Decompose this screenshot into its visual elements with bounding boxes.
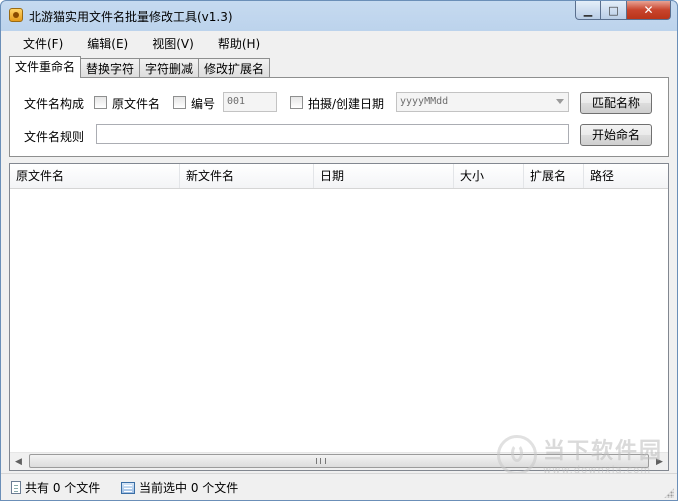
- maximize-icon: □: [608, 3, 619, 17]
- number-input[interactable]: 001: [223, 92, 277, 112]
- scroll-left-icon[interactable]: ◀: [10, 453, 27, 470]
- close-icon: ✕: [643, 3, 654, 17]
- status-total: 共有 0 个文件: [11, 479, 100, 496]
- tab-strip: 文件重命名 替换字符 字符删减 修改扩展名: [9, 56, 271, 78]
- status-selected: 当前选中 0 个文件: [121, 479, 238, 496]
- document-icon: [11, 481, 21, 494]
- compose-label: 文件名构成: [24, 97, 85, 111]
- start-rename-button[interactable]: 开始命名: [580, 124, 652, 146]
- column-new-name[interactable]: 新文件名: [180, 164, 314, 188]
- date-label[interactable]: 拍摄/创建日期: [308, 95, 384, 112]
- orig-name-checkbox[interactable]: [94, 96, 107, 109]
- title-bar[interactable]: 北游猫实用文件名批量修改工具(v1.3) ▁ □ ✕: [1, 1, 677, 31]
- status-selected-text: 当前选中 0 个文件: [139, 481, 239, 495]
- date-checkbox[interactable]: [290, 96, 303, 109]
- status-total-text: 共有 0 个文件: [25, 481, 101, 495]
- column-date[interactable]: 日期: [314, 164, 454, 188]
- tab-delete-chars[interactable]: 字符删减: [139, 58, 199, 78]
- list-header: 原文件名 新文件名 日期 大小 扩展名 路径: [10, 164, 668, 189]
- scroll-thumb[interactable]: [29, 454, 649, 468]
- horizontal-scrollbar[interactable]: ◀ ▶: [10, 452, 668, 470]
- orig-name-label[interactable]: 原文件名: [112, 95, 160, 112]
- date-format-value: yyyyMMdd: [400, 96, 449, 107]
- column-original-name[interactable]: 原文件名: [10, 164, 180, 188]
- grip-icon: [316, 458, 326, 464]
- minimize-button[interactable]: ▁: [575, 1, 601, 20]
- date-format-dropdown[interactable]: yyyyMMdd: [396, 92, 569, 112]
- match-name-button[interactable]: 匹配名称: [580, 92, 652, 114]
- rule-label: 文件名规则: [24, 130, 85, 144]
- resize-grip-icon[interactable]: [664, 488, 674, 498]
- rule-input[interactable]: [96, 124, 569, 144]
- scroll-right-icon[interactable]: ▶: [651, 453, 668, 470]
- app-icon[interactable]: [9, 8, 23, 22]
- chevron-down-icon: [556, 99, 564, 104]
- menu-edit[interactable]: 编辑(E): [73, 35, 138, 52]
- column-path[interactable]: 路径: [584, 164, 668, 188]
- tab-file-rename[interactable]: 文件重命名: [9, 56, 82, 78]
- list-icon: [121, 481, 135, 494]
- status-bar: 共有 0 个文件 当前选中 0 个文件: [1, 473, 677, 500]
- window-title: 北游猫实用文件名批量修改工具(v1.3): [29, 10, 233, 24]
- column-extension[interactable]: 扩展名: [524, 164, 584, 188]
- close-button[interactable]: ✕: [627, 1, 671, 20]
- tab-replace-chars[interactable]: 替换字符: [81, 58, 140, 78]
- rename-panel: 文件名构成 原文件名 编号 001 拍摄/创建日期 yyyyMMdd 匹配名称 …: [9, 77, 669, 157]
- tab-change-extension[interactable]: 修改扩展名: [198, 58, 271, 78]
- file-list[interactable]: 原文件名 新文件名 日期 大小 扩展名 路径 ◀ ▶: [9, 163, 669, 471]
- minimize-icon: ▁: [583, 3, 593, 17]
- app-window: 北游猫实用文件名批量修改工具(v1.3) ▁ □ ✕ 文件(F) 编辑(E) 视…: [0, 0, 678, 501]
- menu-file[interactable]: 文件(F): [9, 35, 73, 52]
- window-controls: ▁ □ ✕: [575, 1, 671, 21]
- maximize-button[interactable]: □: [601, 1, 627, 20]
- column-size[interactable]: 大小: [454, 164, 524, 188]
- menu-bar: 文件(F) 编辑(E) 视图(V) 帮助(H): [9, 32, 669, 54]
- number-checkbox[interactable]: [173, 96, 186, 109]
- menu-view[interactable]: 视图(V): [138, 35, 204, 52]
- number-label[interactable]: 编号: [191, 95, 215, 112]
- menu-help[interactable]: 帮助(H): [204, 35, 270, 52]
